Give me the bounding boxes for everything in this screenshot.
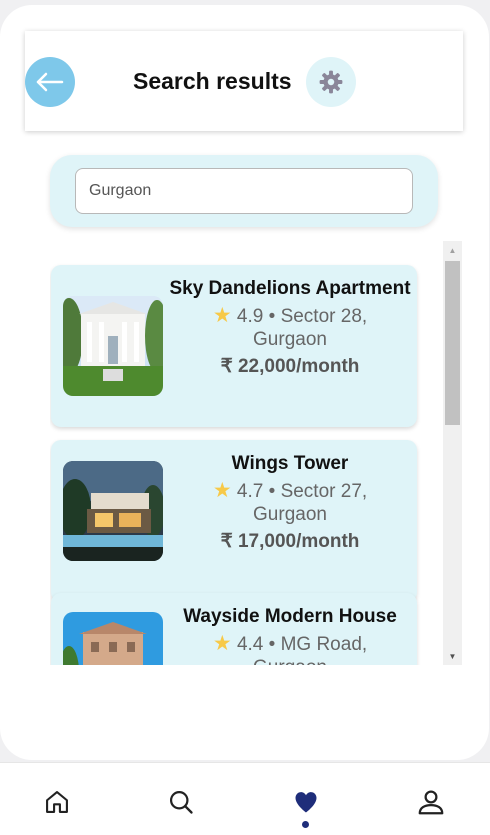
star-icon: ★ [212,304,232,327]
property-city: Gurgaon [253,657,327,665]
arrow-left-icon [36,72,64,92]
property-name: Wings Tower [231,453,349,474]
property-image [63,296,163,396]
property-meta: ★ 4.7 • Sector 27, Gurgaon [166,479,414,526]
property-info: Wayside Modern House ★ 4.4 • MG Road, Gu… [166,605,414,665]
scroll-down-arrow-icon[interactable]: ▼ [443,647,462,665]
back-button[interactable] [25,57,75,107]
profile-icon [418,790,444,815]
property-card[interactable]: Sky Dandelions Apartment ★ 4.9 • Sector … [51,265,417,427]
property-location: Sector 28, [280,306,368,327]
search-container [50,155,438,227]
property-price: ₹ 22,000/month [220,356,360,377]
header-bar: Search results [25,31,463,131]
property-name: Wayside Modern House [183,606,397,627]
nav-home[interactable] [40,785,74,819]
nav-favorites[interactable] [289,785,323,819]
white-mansion-photo [63,296,163,396]
property-price: ₹ 17,000/month [220,531,360,552]
active-indicator [302,821,309,828]
nav-profile[interactable] [414,785,448,819]
search-input[interactable] [75,168,413,214]
meta-separator: • [268,481,276,502]
property-rating: 4.9 [236,306,264,327]
scroll-thumb[interactable] [445,261,460,425]
scrollbar[interactable]: ▲ ▼ [443,241,462,665]
star-icon: ★ [212,632,232,655]
property-city: Gurgaon [253,504,327,525]
property-image [63,612,163,665]
property-location: Sector 27, [280,481,368,502]
scroll-up-arrow-icon[interactable]: ▲ [443,241,462,259]
search-icon [169,790,193,814]
property-city: Gurgaon [253,329,327,350]
property-meta: ★ 4.9 • Sector 28, Gurgaon [166,304,414,351]
property-name: Sky Dandelions Apartment [169,278,411,299]
nav-search[interactable] [164,785,198,819]
property-info: Sky Dandelions Apartment ★ 4.9 • Sector … [166,277,414,378]
property-image [63,461,163,561]
property-info: Wings Tower ★ 4.7 • Sector 27, Gurgaon ₹… [166,452,414,553]
bottom-nav [0,762,490,835]
property-card[interactable]: Wayside Modern House ★ 4.4 • MG Road, Gu… [51,593,417,665]
meta-separator: • [268,634,276,655]
page-title: Search results [133,68,292,94]
property-rating: 4.4 [236,634,264,655]
property-rating: 4.7 [236,481,264,502]
gear-icon [319,70,343,94]
property-location: MG Road, [280,634,368,655]
heart-icon [295,792,317,813]
modern-villa-dusk-photo [63,461,163,561]
meta-separator: • [268,306,276,327]
home-icon [46,791,68,813]
property-card[interactable]: Wings Tower ★ 4.7 • Sector 27, Gurgaon ₹… [51,440,417,602]
villa-blue-sky-photo [63,612,163,665]
settings-button[interactable] [306,57,356,107]
star-icon: ★ [212,479,232,502]
app-screen: Search results Gurgaon Sky Dandelions Ap… [0,5,489,760]
results-list: Sky Dandelions Apartment ★ 4.9 • Sector … [50,241,462,665]
property-meta: ★ 4.4 • MG Road, Gurgaon [166,632,414,665]
